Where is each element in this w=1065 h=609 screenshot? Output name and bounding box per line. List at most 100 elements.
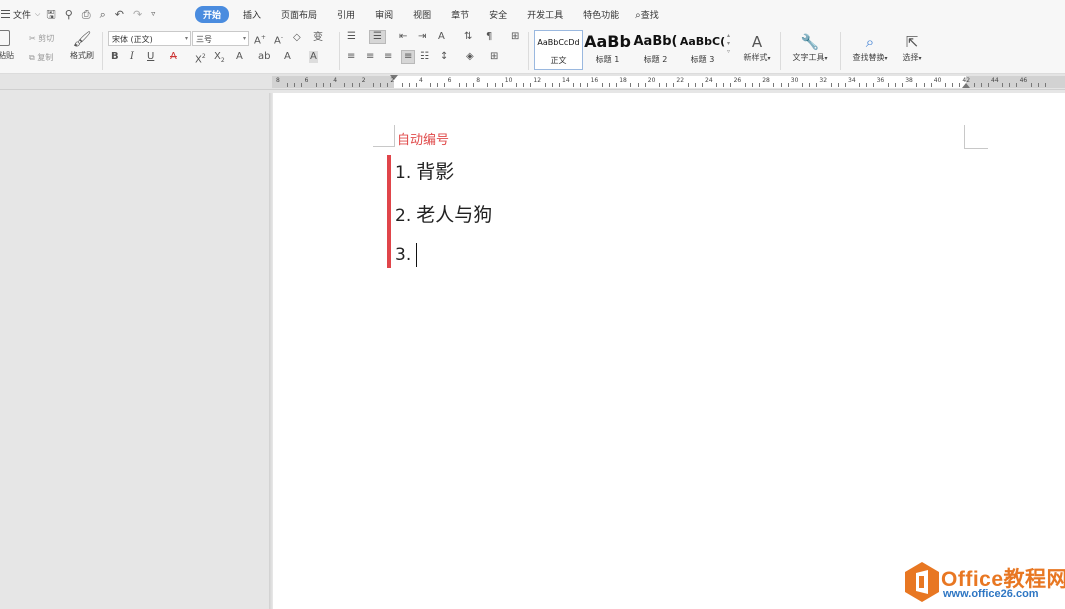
- bold-icon[interactable]: B: [111, 51, 119, 63]
- document-page[interactable]: 自动编号 1. 背影 2. 老人与狗 3.: [273, 93, 1065, 609]
- decrease-indent-icon[interactable]: ⇤: [399, 31, 407, 43]
- style-heading-2[interactable]: AaBb( 标题 2: [631, 30, 680, 70]
- list-item-text: 老人与狗: [416, 204, 493, 226]
- undo-icon[interactable]: ↶: [115, 9, 124, 20]
- strikethrough-icon[interactable]: A: [170, 51, 177, 63]
- ruler-label: 32: [819, 77, 828, 84]
- ruler-tick: [573, 83, 575, 87]
- find-replace-button[interactable]: ⌕ 查找替换▾: [848, 32, 892, 63]
- text-effect-icon[interactable]: A: [236, 51, 243, 63]
- tab-view[interactable]: 视图: [403, 8, 441, 21]
- new-style-button[interactable]: A 新样式▾: [740, 32, 774, 63]
- clear-format-icon[interactable]: ◇: [293, 32, 301, 44]
- bullets-icon[interactable]: ☰: [347, 31, 356, 43]
- tab-chapter[interactable]: 章节: [441, 8, 479, 21]
- style-heading-1[interactable]: AaBb 标题 1: [583, 30, 632, 70]
- increase-indent-icon[interactable]: ⇥: [418, 31, 426, 43]
- align-center-icon[interactable]: ≡: [366, 51, 374, 63]
- tab-insert[interactable]: 插入: [233, 8, 271, 21]
- search-button[interactable]: ⌕查找: [629, 8, 669, 21]
- ruler-tick: [315, 83, 317, 87]
- ruler-tick: [716, 83, 718, 87]
- ruler-tick: [551, 83, 553, 87]
- list-item[interactable]: 1. 背影: [395, 157, 454, 184]
- highlight-icon[interactable]: ab: [258, 51, 270, 63]
- ruler-label: 44: [991, 77, 999, 84]
- style-heading-3[interactable]: AaBbC( 标题 3: [678, 30, 727, 70]
- text-direction-icon[interactable]: A: [438, 31, 445, 43]
- ruler-tick: [902, 83, 904, 87]
- ruler-tick: [916, 83, 918, 87]
- format-painter-quick-icon[interactable]: ⚲: [65, 9, 73, 20]
- cut-button[interactable]: ✂ 剪切: [29, 33, 54, 44]
- styles-scroll-icon[interactable]: ▴ ▾ ▿: [727, 32, 730, 56]
- print-icon[interactable]: ⎙: [82, 9, 91, 20]
- tab-special[interactable]: 特色功能: [573, 8, 629, 21]
- list-item[interactable]: 3.: [395, 243, 416, 265]
- sort-icon[interactable]: ⇅: [464, 31, 472, 43]
- table-borders-icon[interactable]: ⊞: [490, 51, 498, 63]
- ruler-tick: [523, 83, 525, 87]
- subscript-icon[interactable]: X2: [214, 51, 225, 67]
- select-button[interactable]: ⇱ 选择▾: [897, 32, 927, 63]
- file-menu[interactable]: 文件 ⌵: [1, 0, 40, 28]
- text-caret: [416, 243, 417, 267]
- redo-icon[interactable]: ↷: [133, 9, 142, 20]
- underline-icon[interactable]: U: [147, 51, 154, 63]
- tab-security[interactable]: 安全: [479, 8, 517, 21]
- font-name-select[interactable]: 宋体 (正文) ▾: [108, 31, 191, 46]
- line-spacing-icon[interactable]: ↕: [440, 51, 448, 63]
- document-title[interactable]: 自动编号: [397, 129, 449, 148]
- chevron-down-icon: ⌵: [35, 9, 41, 18]
- ruler-tick: [837, 83, 839, 87]
- ruler-tick: [923, 83, 925, 87]
- ruler-tick: [415, 83, 417, 87]
- font-name-value: 宋体 (正文): [112, 35, 153, 44]
- numbering-icon[interactable]: ☰: [369, 30, 386, 44]
- superscript-icon[interactable]: X2: [195, 51, 206, 66]
- shrink-font-icon[interactable]: A-: [274, 32, 283, 47]
- list-highlight-bar: [387, 155, 391, 268]
- ruler-tick: [873, 83, 875, 87]
- tab-home[interactable]: 开始: [195, 5, 230, 23]
- ruler-tick: [787, 83, 789, 87]
- show-marks-icon[interactable]: ¶: [486, 31, 492, 43]
- ruler-tick: [744, 83, 746, 87]
- ruler-tick: [465, 83, 467, 87]
- align-right-icon[interactable]: ≡: [384, 51, 392, 63]
- ruler-tick: [616, 83, 618, 87]
- ruler-tick: [351, 83, 353, 87]
- justify-icon[interactable]: ≡: [401, 50, 416, 64]
- ruler-tick: [372, 83, 374, 87]
- align-left-icon[interactable]: ≡: [347, 51, 355, 63]
- shading-icon[interactable]: ◈: [466, 51, 474, 63]
- copy-button[interactable]: ⧉ 复制: [29, 52, 53, 63]
- phonetic-guide-icon[interactable]: 变: [313, 32, 323, 44]
- save-icon[interactable]: 🖫: [46, 9, 55, 20]
- ruler-tick: [358, 83, 360, 87]
- font-size-select[interactable]: 三号 ▾: [192, 31, 249, 46]
- print-preview-icon[interactable]: ⌕: [100, 9, 106, 20]
- ruler-label: 2: [361, 77, 366, 84]
- text-tools-button[interactable]: 🔧 文字工具▾: [788, 32, 832, 63]
- customize-quick-access-icon[interactable]: ▿: [151, 10, 155, 18]
- tab-review[interactable]: 审阅: [365, 8, 403, 21]
- horizontal-ruler[interactable]: 8 6 4 2 2 4 6 8 10 12 14 16 18 20 22 24 26 28 30 32 34 36 38 40…: [0, 74, 1065, 90]
- list-item-text: 背影: [416, 161, 455, 183]
- ruler-label: 40: [933, 77, 942, 84]
- tab-references[interactable]: 引用: [327, 8, 365, 21]
- paste-label: 粘贴: [0, 51, 14, 60]
- borders-icon[interactable]: ⊞: [511, 31, 519, 43]
- grow-font-icon[interactable]: A+: [254, 32, 266, 47]
- format-painter-button[interactable]: 🖌 格式刷: [68, 30, 96, 61]
- list-item[interactable]: 2. 老人与狗: [395, 200, 492, 227]
- style-normal[interactable]: AaBbCcDd 正文: [534, 30, 583, 70]
- char-shading-icon[interactable]: A: [309, 51, 318, 63]
- tab-developer[interactable]: 开发工具: [517, 8, 573, 21]
- brush-icon: 🖌: [72, 30, 92, 48]
- paste-button[interactable]: 粘贴: [0, 30, 22, 61]
- tab-page-layout[interactable]: 页面布局: [271, 8, 327, 21]
- italic-icon[interactable]: I: [130, 51, 134, 63]
- distribute-icon[interactable]: ☷: [420, 51, 429, 63]
- font-color-icon[interactable]: A: [284, 51, 291, 63]
